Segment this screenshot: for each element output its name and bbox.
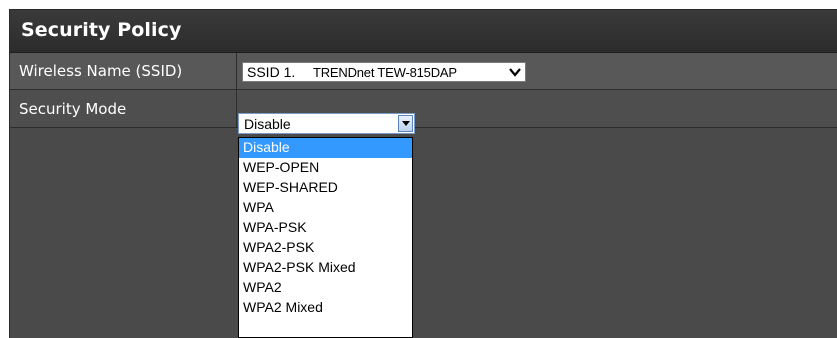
security-mode-label: Security Mode	[19, 100, 127, 118]
ssid-select-prefix: SSID 1.	[247, 64, 296, 80]
option-wpa2-psk-mixed[interactable]: WPA2-PSK Mixed	[239, 258, 412, 278]
security-mode-label-cell: Security Mode	[10, 90, 237, 127]
option-wpa2-psk[interactable]: WPA2-PSK	[239, 238, 412, 258]
option-wpa2[interactable]: WPA2	[239, 278, 412, 298]
option-wep-shared[interactable]: WEP-SHARED	[239, 178, 412, 198]
security-mode-row: Security Mode	[10, 90, 837, 128]
security-policy-panel: Security Policy Wireless Name (SSID) SSI…	[9, 9, 837, 338]
panel-header: Security Policy	[10, 10, 837, 53]
option-wep-open[interactable]: WEP-OPEN	[239, 158, 412, 178]
option-wpa2-mixed[interactable]: WPA2 Mixed	[239, 298, 412, 318]
chevron-down-icon	[509, 68, 521, 77]
security-mode-select[interactable]: Disable	[238, 113, 415, 134]
panel-title: Security Policy	[21, 19, 182, 41]
security-mode-dropdown-button[interactable]	[398, 115, 413, 132]
security-mode-options-list[interactable]: Disable WEP-OPEN WEP-SHARED WPA WPA-PSK …	[238, 137, 413, 338]
option-disable[interactable]: Disable	[239, 138, 412, 158]
option-wpa[interactable]: WPA	[239, 198, 412, 218]
triangle-down-icon	[402, 121, 410, 126]
ssid-select-name: TRENDnet TEW-815DAP	[313, 65, 457, 80]
security-mode-value: Disable	[244, 116, 291, 132]
ssid-label: Wireless Name (SSID)	[19, 62, 183, 80]
ssid-label-cell: Wireless Name (SSID)	[10, 53, 237, 89]
ssid-select[interactable]: SSID 1. TRENDnet TEW-815DAP	[242, 62, 526, 82]
ssid-row: Wireless Name (SSID) SSID 1. TRENDnet TE…	[10, 53, 837, 90]
option-wpa-psk[interactable]: WPA-PSK	[239, 218, 412, 238]
